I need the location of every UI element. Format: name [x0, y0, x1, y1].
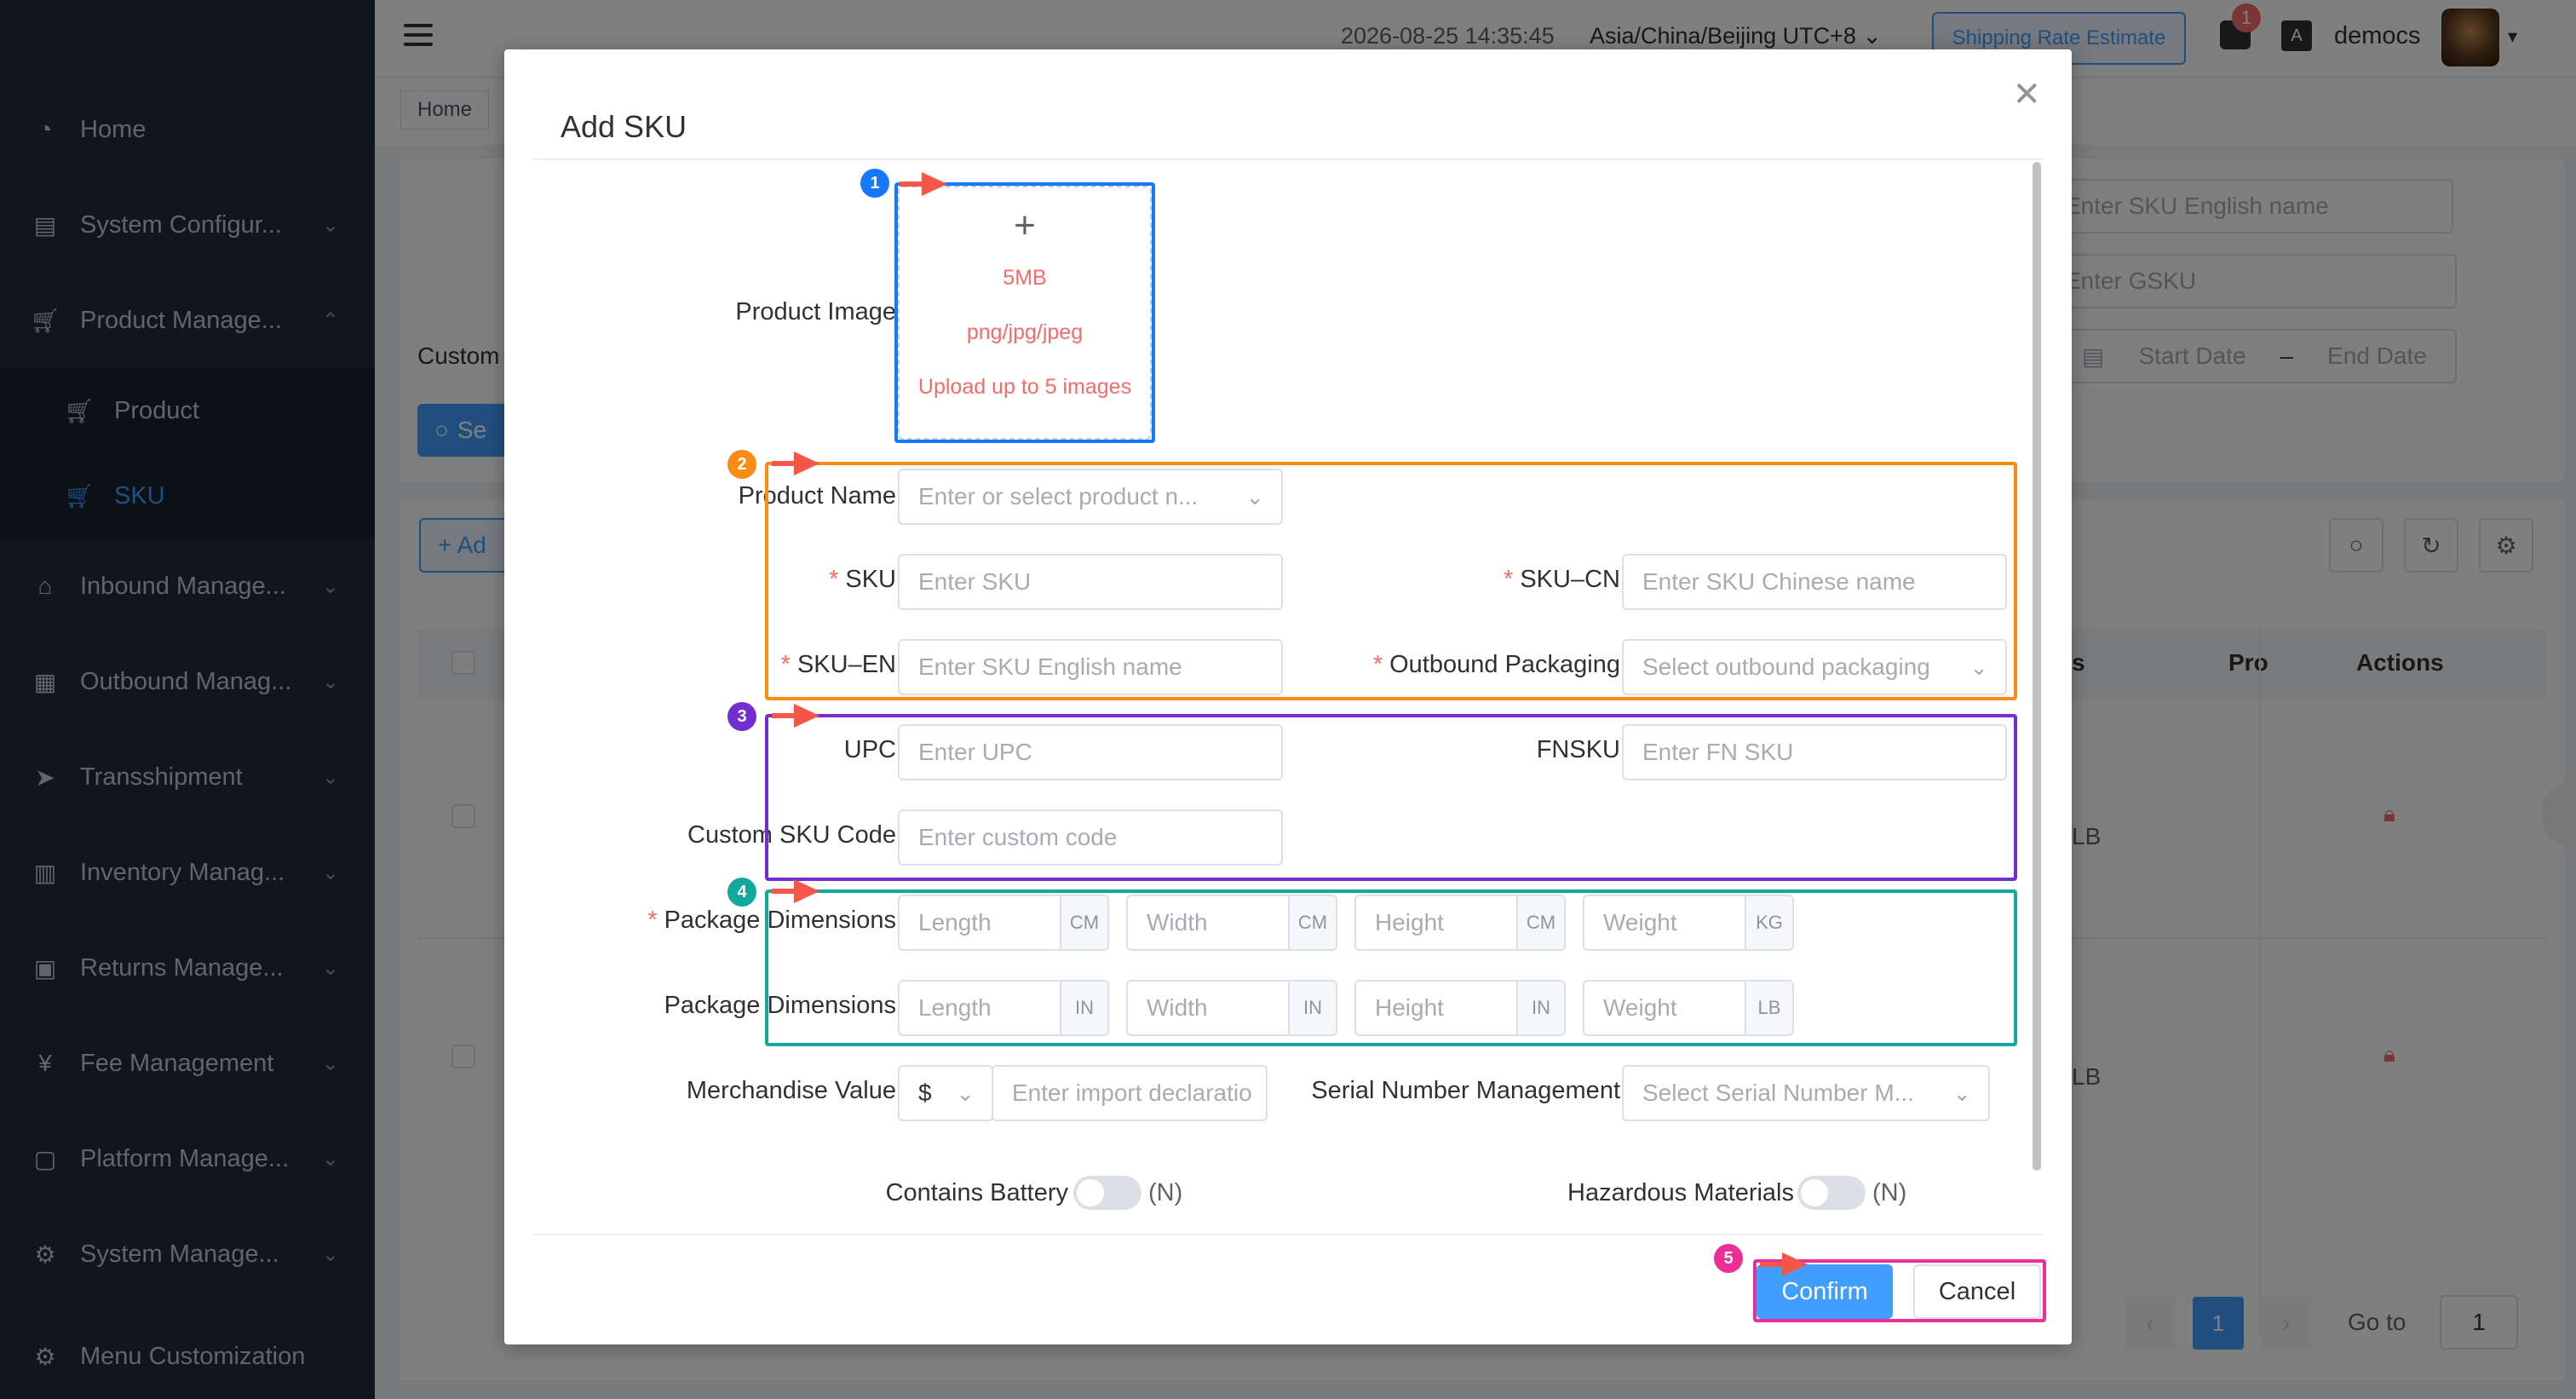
chevron-down-icon: ⌄ — [1245, 483, 1264, 510]
arrow-icon — [900, 172, 947, 196]
hazardous-materials-switch[interactable] — [1797, 1176, 1866, 1210]
step-badge-2: 2 — [727, 450, 756, 479]
dialog-title: Add SKU — [561, 109, 687, 144]
contains-battery-state: (N) — [1148, 1179, 1183, 1206]
merchandise-value-label: Merchandise Value — [686, 1077, 896, 1104]
import-declaration-input[interactable]: Enter import declaratio — [992, 1065, 1268, 1121]
unit-kg: KG — [1745, 896, 1792, 949]
unit-cm: CM — [1060, 896, 1107, 949]
sku-en-label: * SKU–EN — [780, 651, 896, 678]
length-in-input[interactable]: Length IN — [898, 980, 1109, 1036]
fnsku-label: FNSKU — [1536, 736, 1620, 763]
contains-battery-switch[interactable] — [1073, 1176, 1141, 1210]
arrow-icon — [1760, 1252, 1808, 1276]
chevron-down-icon: ⌄ — [1969, 653, 1988, 680]
currency-select[interactable]: $ ⌄ — [898, 1065, 993, 1121]
hazardous-materials-state: (N) — [1872, 1179, 1907, 1206]
serial-number-select[interactable]: Select Serial Number M... ⌄ — [1622, 1065, 1990, 1121]
package-dimensions-metric-label: * Package Dimensions — [647, 907, 896, 934]
arrow-icon — [772, 452, 819, 475]
footer-divider — [533, 1234, 2043, 1235]
title-divider — [533, 158, 2043, 160]
upload-format-hint: png/jpg/jpeg — [966, 320, 1084, 344]
product-image-label: Product Image — [735, 298, 896, 325]
package-dimensions-imperial-label: Package Dimensions — [664, 992, 896, 1019]
close-icon[interactable]: ✕ — [2012, 75, 2041, 114]
unit-cm: CM — [1516, 896, 1564, 949]
upc-input[interactable]: Enter UPC — [898, 724, 1283, 780]
product-name-label: Product Name — [738, 482, 896, 510]
sku-en-input[interactable]: Enter SKU English name — [898, 639, 1283, 695]
unit-in: IN — [1060, 982, 1107, 1034]
upload-size-hint: 5MB — [1003, 266, 1047, 290]
weight-lb-input[interactable]: Weight LB — [1583, 980, 1794, 1036]
cancel-button[interactable]: Cancel — [1913, 1264, 2041, 1319]
width-in-input[interactable]: Width IN — [1126, 980, 1337, 1036]
weight-kg-input[interactable]: Weight KG — [1583, 895, 1794, 951]
arrow-icon — [772, 879, 819, 903]
unit-in: IN — [1288, 982, 1336, 1034]
length-cm-input[interactable]: Length CM — [898, 895, 1109, 951]
unit-cm: CM — [1288, 896, 1336, 949]
upload-limit-hint: Upload up to 5 images — [917, 375, 1132, 399]
sku-cn-input[interactable]: Enter SKU Chinese name — [1622, 554, 2007, 610]
unit-lb: LB — [1745, 982, 1792, 1034]
sku-label: * SKU — [829, 566, 896, 593]
step-badge-5: 5 — [1714, 1244, 1743, 1273]
chevron-down-icon: ⌄ — [956, 1079, 975, 1106]
image-upload-area[interactable]: + 5MB png/jpg/jpeg Upload up to 5 images — [898, 186, 1152, 440]
add-sku-dialog: Add SKU ✕ Product Image + 5MB png/jpg/jp… — [504, 49, 2072, 1344]
sku-cn-label: * SKU–CN — [1504, 566, 1620, 593]
custom-sku-code-input[interactable]: Enter custom code — [898, 809, 1283, 866]
outbound-packaging-label: * Outbound Packaging — [1372, 651, 1620, 678]
height-in-input[interactable]: Height IN — [1354, 980, 1566, 1036]
chevron-down-icon: ⌄ — [1952, 1079, 1971, 1106]
step-badge-4: 4 — [727, 878, 756, 907]
height-cm-input[interactable]: Height CM — [1354, 895, 1566, 951]
width-cm-input[interactable]: Width CM — [1126, 895, 1337, 951]
arrow-icon — [772, 704, 819, 728]
step-badge-3: 3 — [727, 702, 756, 731]
unit-in: IN — [1516, 982, 1564, 1034]
scrollbar[interactable] — [2033, 162, 2041, 1171]
upc-label: UPC — [843, 736, 896, 763]
serial-number-management-label: Serial Number Management — [1311, 1077, 1620, 1104]
confirm-button[interactable]: Confirm — [1757, 1264, 1893, 1319]
plus-icon: + — [1014, 204, 1036, 246]
contains-battery-label: Contains Battery — [885, 1179, 1068, 1206]
product-name-select[interactable]: Enter or select product n... ⌄ — [898, 469, 1283, 525]
fnsku-input[interactable]: Enter FN SKU — [1622, 724, 2007, 780]
hazardous-materials-label: Hazardous Materials — [1567, 1179, 1794, 1206]
outbound-packaging-select[interactable]: Select outbound packaging ⌄ — [1622, 639, 2007, 695]
sku-input[interactable]: Enter SKU — [898, 554, 1283, 610]
custom-sku-code-label: Custom SKU Code — [687, 821, 896, 849]
step-badge-1: 1 — [860, 169, 889, 198]
